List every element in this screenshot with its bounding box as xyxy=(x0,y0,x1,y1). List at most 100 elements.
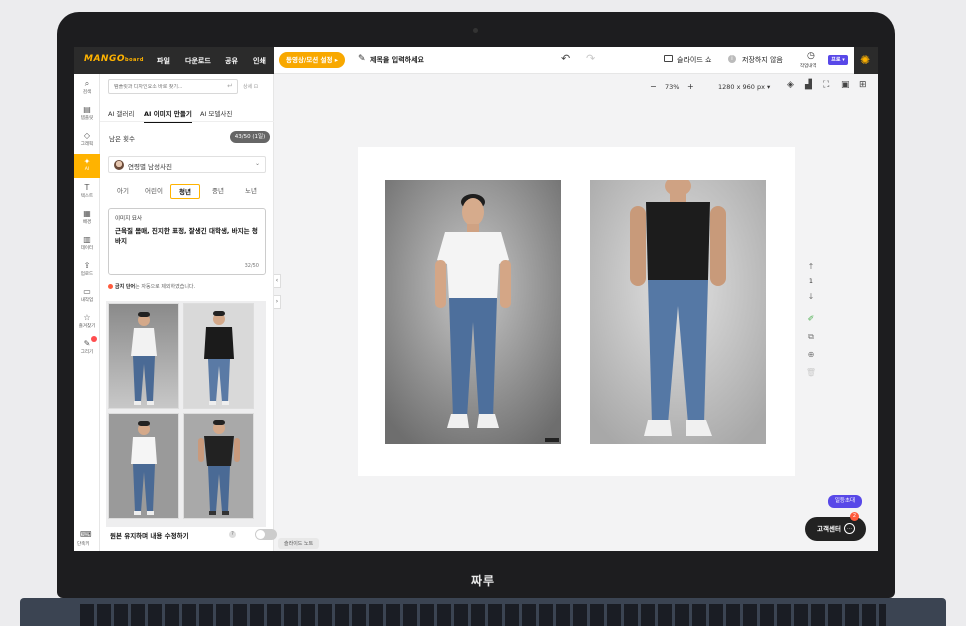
slideshow-button[interactable]: 슬라이드 쇼 xyxy=(677,55,711,65)
chart-icon: ▥ xyxy=(83,235,91,244)
page-down-icon[interactable]: ↓ xyxy=(804,292,818,301)
enter-icon[interactable]: ↵ xyxy=(227,82,233,90)
detail-search-link[interactable]: 상세 ⊡ xyxy=(243,83,258,90)
info-icon: i xyxy=(728,55,736,63)
rail-item-background[interactable]: ▦ 배경 xyxy=(74,206,100,230)
search-box[interactable]: ↵ xyxy=(108,79,238,94)
redo-icon[interactable]: ↷ xyxy=(586,52,595,65)
history-label[interactable]: 작업내역 xyxy=(800,63,817,69)
grid-toggle-icon[interactable]: ▟ xyxy=(805,80,812,90)
rail-item-search[interactable]: ⌕ 검색 xyxy=(74,76,100,100)
document-title-input[interactable]: 제목을 입력하세요 xyxy=(370,55,424,65)
top-bar: MANGOboard 파일 다운로드 공유 인쇄 동영상/모션 설정 ▸ ✎ 제… xyxy=(74,47,878,74)
menu-file[interactable]: 파일 xyxy=(157,56,170,66)
video-motion-button[interactable]: 동영상/모션 설정 ▸ xyxy=(279,52,345,68)
zoom-out-button[interactable]: − xyxy=(650,82,657,91)
delete-page-icon[interactable]: 🗑 xyxy=(804,368,818,377)
folder-icon: ▭ xyxy=(83,287,91,296)
save-status[interactable]: 저장하지 않음 xyxy=(742,55,783,65)
warning-icon xyxy=(108,284,113,289)
gear-icon: ✺ xyxy=(860,53,871,67)
slide-canvas[interactable] xyxy=(358,147,795,476)
star-icon: ☆ xyxy=(83,313,91,322)
ai-panel: ↵ 상세 ⊡ AI 갤러리 AI 이미지 만들기 AI 모델사진 남은 횟수 4… xyxy=(100,74,277,551)
canvas-size-select[interactable]: 1280 x 960 px ▾ xyxy=(718,83,770,91)
age-senior[interactable]: 노년 xyxy=(236,184,266,199)
photo-black-tank[interactable] xyxy=(590,180,766,444)
result-thumb-3[interactable] xyxy=(108,413,179,519)
search-input[interactable] xyxy=(114,84,224,90)
result-thumb-4[interactable] xyxy=(183,413,254,519)
age-baby[interactable]: 아기 xyxy=(108,184,138,199)
rail-item-upload[interactable]: ⇪ 업로드 xyxy=(74,258,100,282)
preset-label: 연령별 남성사진 xyxy=(128,163,172,171)
zoom-level[interactable]: 73% xyxy=(665,83,679,91)
result-thumb-1[interactable] xyxy=(108,303,179,409)
rail-item-ai[interactable]: ✦ AI xyxy=(74,154,100,178)
mango-logo[interactable]: MANGOboard xyxy=(84,54,144,64)
preset-select[interactable]: 연령별 남성사진 ⌄ xyxy=(108,156,266,173)
upload-icon: ⇪ xyxy=(83,261,91,270)
keyboard-icon[interactable]: ⌨ xyxy=(80,530,92,539)
brand-label: 짜루 xyxy=(470,574,496,588)
app-screen: MANGOboard 파일 다운로드 공유 인쇄 동영상/모션 설정 ▸ ✎ 제… xyxy=(74,47,878,551)
shortcut-label[interactable]: 단축키 xyxy=(77,541,89,547)
photo-white-tshirt[interactable] xyxy=(385,180,561,444)
duplicate-page-icon[interactable]: ⧉ xyxy=(804,332,818,342)
description-text[interactable]: 근육질 몸매, 진지한 표정, 잘생긴 대학생, 바지는 청바지 xyxy=(115,226,261,246)
expand-panel-handle[interactable]: › xyxy=(274,295,281,309)
help-icon[interactable]: ? xyxy=(229,531,236,538)
layers-icon[interactable]: ◈ xyxy=(787,80,794,90)
customer-center-button[interactable]: 고객센터 xyxy=(805,517,866,541)
page-grid-icon[interactable]: ⊞ xyxy=(859,80,867,90)
chat-icon: … xyxy=(844,523,855,534)
page-number: 1 xyxy=(808,277,814,285)
age-young-adult[interactable]: 청년 xyxy=(170,184,200,199)
camera-dot xyxy=(473,28,478,33)
fit-screen-icon[interactable]: ⛶ xyxy=(823,80,829,90)
left-icon-rail: ⌕ 검색 ▤ 템플릿 ◇ 그래픽 ✦ AI T 텍스트 ▦ 배경 ▥ 데이터 ⇪ 업로드 ▭ 내작… xyxy=(74,74,100,551)
page-up-icon[interactable]: ↑ xyxy=(804,262,818,271)
settings-button[interactable]: ✺ xyxy=(854,47,878,74)
add-page-icon[interactable]: ⊕ xyxy=(804,350,818,359)
menu-download[interactable]: 다운로드 xyxy=(185,56,211,66)
keep-content-toggle[interactable] xyxy=(255,529,277,540)
keep-content-label: 원본 유지하며 내용 수정하기 xyxy=(110,532,189,540)
unread-count-badge: 2 xyxy=(850,512,859,521)
menu-share[interactable]: 공유 xyxy=(225,56,238,66)
text-icon: T xyxy=(84,183,90,192)
collapse-panel-handle[interactable]: ‹ xyxy=(274,274,281,288)
rail-item-text[interactable]: T 텍스트 xyxy=(74,180,100,204)
tab-ai-image-create[interactable]: AI 이미지 만들기 xyxy=(144,108,192,123)
magic-brush-icon[interactable]: ✐ xyxy=(804,314,818,323)
preview-icon[interactable]: ▣ xyxy=(841,80,850,90)
chevron-down-icon: ⌄ xyxy=(254,160,260,167)
history-icon[interactable]: ◷ xyxy=(807,51,815,61)
description-char-count: 32/50 xyxy=(244,263,259,269)
zoom-in-button[interactable]: + xyxy=(687,82,694,91)
invite-badge[interactable]: 일등초대 xyxy=(828,495,862,508)
description-textarea[interactable]: 이미지 묘사 근육질 몸매, 진지한 표정, 잘생긴 대학생, 바지는 청바지 … xyxy=(108,208,266,275)
tab-ai-gallery[interactable]: AI 갤러리 xyxy=(108,108,134,118)
pencil-icon: ✎ xyxy=(358,54,366,64)
panel-tabs: AI 갤러리 AI 이미지 만들기 AI 모델사진 xyxy=(100,104,274,123)
canvas-toolbar: − 73% + 1280 x 960 px ▾ ◈ ▟ ⛶ ▣ ⊞ xyxy=(274,74,878,102)
menu-print[interactable]: 인쇄 xyxy=(253,56,266,66)
rail-item-graphic[interactable]: ◇ 그래픽 xyxy=(74,128,100,152)
result-thumb-2[interactable] xyxy=(183,303,254,409)
tab-ai-model-photo[interactable]: AI 모델사진 xyxy=(200,108,232,118)
pro-badge[interactable]: 프로 ▾ xyxy=(828,55,848,65)
slide-note-button[interactable]: 슬라이드 노트 xyxy=(278,538,320,549)
ai-icon: ✦ xyxy=(83,157,91,166)
rail-item-draw[interactable]: ✎ 그리기 xyxy=(74,336,100,360)
age-middle-aged[interactable]: 중년 xyxy=(203,184,233,199)
rail-item-my-work[interactable]: ▭ 내작업 xyxy=(74,284,100,308)
age-child[interactable]: 어린이 xyxy=(139,184,169,199)
rail-item-data[interactable]: ▥ 데이터 xyxy=(74,232,100,256)
rail-item-favorites[interactable]: ☆ 즐겨찾기 xyxy=(74,310,100,334)
graphic-icon: ◇ xyxy=(83,131,91,140)
rail-item-template[interactable]: ▤ 템플릿 xyxy=(74,102,100,126)
slideshow-icon[interactable] xyxy=(664,55,673,62)
undo-icon[interactable]: ↶ xyxy=(561,52,570,65)
search-icon: ⌕ xyxy=(84,79,90,88)
